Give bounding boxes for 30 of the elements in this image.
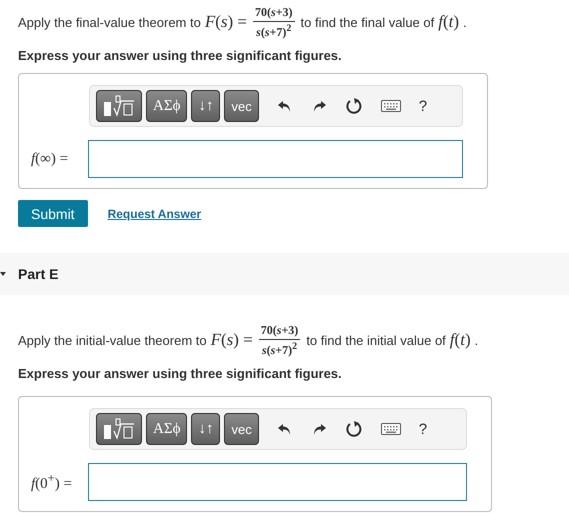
symbol-button[interactable]: ↓↑	[191, 413, 220, 445]
template-icon	[103, 418, 135, 440]
help-button[interactable]: ?	[418, 98, 428, 114]
reset-icon[interactable]	[344, 97, 363, 115]
request-answer-link[interactable]: Request Answer	[108, 206, 202, 220]
question-text: Apply the final-value theorem to F(s) = 70(s+3) s(s+7)$^{2}$ to find the final value of f(t) .	[18, 4, 468, 40]
keyboard-icon[interactable]	[380, 423, 401, 435]
answer-field[interactable]	[88, 463, 467, 501]
symbol-button[interactable]: ΑΣϕ	[146, 90, 188, 122]
instruction-text: Express your answer using three significant figures.	[18, 48, 343, 63]
answer-field[interactable]	[88, 140, 463, 178]
keyboard-icon[interactable]	[380, 100, 401, 112]
symbol-button[interactable]: ΑΣϕ	[146, 413, 188, 445]
symbol-button[interactable]: vec	[224, 413, 259, 445]
undo-icon[interactable]	[276, 98, 293, 114]
question-text: Apply the initial-value theorem to F(s) = 70(s+3) s(s+7)$^{2}$ to find the initial value of f(t) .	[18, 322, 480, 358]
submit-button[interactable]: Submit	[18, 200, 88, 227]
instruction-text: Express your answer using three significant figures.	[18, 366, 343, 381]
templates-button[interactable]	[96, 90, 142, 122]
help-button[interactable]: ?	[418, 420, 428, 438]
reset-icon[interactable]	[344, 420, 363, 438]
template-icon	[103, 95, 135, 117]
answer-label: f(0$^{+}$) =	[30, 471, 73, 493]
symbol-button[interactable]: vec	[224, 90, 259, 122]
part-header-bar[interactable]: Part E	[0, 253, 569, 295]
part-title: Part E	[18, 266, 58, 282]
answer-label: f(∞) =	[30, 150, 70, 168]
symbol-button[interactable]: ↓↑	[191, 90, 220, 122]
templates-button[interactable]	[96, 413, 142, 445]
undo-icon[interactable]	[276, 421, 293, 437]
